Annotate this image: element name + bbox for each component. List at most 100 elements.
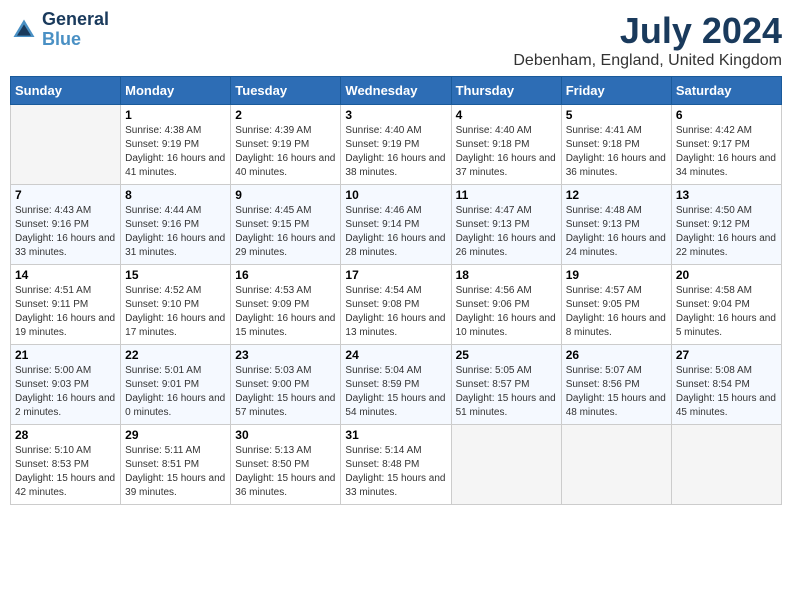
day-info: Sunrise: 4:52 AMSunset: 9:10 PMDaylight:… bbox=[125, 284, 226, 340]
day-number: 27 bbox=[676, 348, 777, 362]
header-tuesday: Tuesday bbox=[231, 77, 341, 105]
day-cell bbox=[561, 425, 671, 505]
day-info: Sunrise: 5:11 AMSunset: 8:51 PMDaylight:… bbox=[125, 444, 226, 500]
day-number: 5 bbox=[566, 108, 667, 122]
day-info: Sunrise: 4:39 AMSunset: 9:19 PMDaylight:… bbox=[235, 124, 336, 180]
day-number: 24 bbox=[345, 348, 446, 362]
day-cell: 16 Sunrise: 4:53 AMSunset: 9:09 PMDayligh… bbox=[231, 265, 341, 345]
day-cell: 29 Sunrise: 5:11 AMSunset: 8:51 PMDayligh… bbox=[121, 425, 231, 505]
title-area: July 2024 Debenham, England, United King… bbox=[513, 10, 782, 70]
day-number: 15 bbox=[125, 268, 226, 282]
day-number: 31 bbox=[345, 428, 446, 442]
day-cell: 1 Sunrise: 4:38 AMSunset: 9:19 PMDaylight… bbox=[121, 105, 231, 185]
day-cell: 13Sunrise: 4:50 AMSunset: 9:12 PMDayligh… bbox=[671, 185, 781, 265]
day-number: 30 bbox=[235, 428, 336, 442]
day-cell: 15 Sunrise: 4:52 AMSunset: 9:10 PMDayligh… bbox=[121, 265, 231, 345]
day-cell: 26 Sunrise: 5:07 AMSunset: 8:56 PMDayligh… bbox=[561, 345, 671, 425]
day-info: Sunrise: 4:51 AMSunset: 9:11 PMDaylight:… bbox=[15, 284, 116, 340]
day-info: Sunrise: 4:43 AMSunset: 9:16 PMDaylight:… bbox=[15, 204, 116, 260]
day-number: 28 bbox=[15, 428, 116, 442]
header-wednesday: Wednesday bbox=[341, 77, 451, 105]
day-cell: 8 Sunrise: 4:44 AMSunset: 9:16 PMDaylight… bbox=[121, 185, 231, 265]
day-cell: 10Sunrise: 4:46 AMSunset: 9:14 PMDayligh… bbox=[341, 185, 451, 265]
day-number: 18 bbox=[456, 268, 557, 282]
day-info: Sunrise: 5:03 AMSunset: 9:00 PMDaylight:… bbox=[235, 364, 336, 420]
header-saturday: Saturday bbox=[671, 77, 781, 105]
day-cell: 21Sunrise: 5:00 AMSunset: 9:03 PMDayligh… bbox=[11, 345, 121, 425]
day-number: 14 bbox=[15, 268, 116, 282]
day-cell bbox=[671, 425, 781, 505]
day-info: Sunrise: 5:10 AMSunset: 8:53 PMDaylight:… bbox=[15, 444, 116, 500]
day-info: Sunrise: 5:01 AMSunset: 9:01 PMDaylight:… bbox=[125, 364, 226, 420]
day-info: Sunrise: 5:14 AMSunset: 8:48 PMDaylight:… bbox=[345, 444, 446, 500]
day-cell: 4Sunrise: 4:40 AMSunset: 9:18 PMDaylight… bbox=[451, 105, 561, 185]
day-number: 16 bbox=[235, 268, 336, 282]
day-info: Sunrise: 4:46 AMSunset: 9:14 PMDaylight:… bbox=[345, 204, 446, 260]
day-number: 9 bbox=[235, 188, 336, 202]
day-info: Sunrise: 4:53 AMSunset: 9:09 PMDaylight:… bbox=[235, 284, 336, 340]
day-number: 21 bbox=[15, 348, 116, 362]
day-number: 29 bbox=[125, 428, 226, 442]
day-number: 2 bbox=[235, 108, 336, 122]
day-cell: 3Sunrise: 4:40 AMSunset: 9:19 PMDaylight… bbox=[341, 105, 451, 185]
day-cell: 12 Sunrise: 4:48 AMSunset: 9:13 PMDayligh… bbox=[561, 185, 671, 265]
day-cell: 9 Sunrise: 4:45 AMSunset: 9:15 PMDaylight… bbox=[231, 185, 341, 265]
day-cell bbox=[11, 105, 121, 185]
week-row-5: 28 Sunrise: 5:10 AMSunset: 8:53 PMDayligh… bbox=[11, 425, 782, 505]
day-number: 25 bbox=[456, 348, 557, 362]
day-info: Sunrise: 4:56 AMSunset: 9:06 PMDaylight:… bbox=[456, 284, 557, 340]
day-cell: 24 Sunrise: 5:04 AMSunset: 8:59 PMDayligh… bbox=[341, 345, 451, 425]
day-cell: 25Sunrise: 5:05 AMSunset: 8:57 PMDayligh… bbox=[451, 345, 561, 425]
day-number: 7 bbox=[15, 188, 116, 202]
day-info: Sunrise: 4:40 AMSunset: 9:18 PMDaylight:… bbox=[456, 124, 557, 180]
day-info: Sunrise: 4:57 AMSunset: 9:05 PMDaylight:… bbox=[566, 284, 667, 340]
day-info: Sunrise: 4:54 AMSunset: 9:08 PMDaylight:… bbox=[345, 284, 446, 340]
day-info: Sunrise: 5:13 AMSunset: 8:50 PMDaylight:… bbox=[235, 444, 336, 500]
day-number: 20 bbox=[676, 268, 777, 282]
day-cell: 27Sunrise: 5:08 AMSunset: 8:54 PMDayligh… bbox=[671, 345, 781, 425]
day-number: 8 bbox=[125, 188, 226, 202]
day-info: Sunrise: 4:40 AMSunset: 9:19 PMDaylight:… bbox=[345, 124, 446, 180]
day-number: 19 bbox=[566, 268, 667, 282]
day-info: Sunrise: 4:50 AMSunset: 9:12 PMDaylight:… bbox=[676, 204, 777, 260]
header-friday: Friday bbox=[561, 77, 671, 105]
day-number: 23 bbox=[235, 348, 336, 362]
day-number: 1 bbox=[125, 108, 226, 122]
day-cell: 5 Sunrise: 4:41 AMSunset: 9:18 PMDaylight… bbox=[561, 105, 671, 185]
week-row-2: 7 Sunrise: 4:43 AMSunset: 9:16 PMDaylight… bbox=[11, 185, 782, 265]
day-number: 12 bbox=[566, 188, 667, 202]
day-number: 17 bbox=[345, 268, 446, 282]
day-cell: 17 Sunrise: 4:54 AMSunset: 9:08 PMDayligh… bbox=[341, 265, 451, 345]
day-info: Sunrise: 4:48 AMSunset: 9:13 PMDaylight:… bbox=[566, 204, 667, 260]
day-cell: 20Sunrise: 4:58 AMSunset: 9:04 PMDayligh… bbox=[671, 265, 781, 345]
month-title: July 2024 bbox=[513, 10, 782, 52]
page-header: General Blue July 2024 Debenham, England… bbox=[10, 10, 782, 70]
day-info: Sunrise: 4:44 AMSunset: 9:16 PMDaylight:… bbox=[125, 204, 226, 260]
day-cell: 23 Sunrise: 5:03 AMSunset: 9:00 PMDayligh… bbox=[231, 345, 341, 425]
day-cell: 30 Sunrise: 5:13 AMSunset: 8:50 PMDayligh… bbox=[231, 425, 341, 505]
day-info: Sunrise: 5:07 AMSunset: 8:56 PMDaylight:… bbox=[566, 364, 667, 420]
logo-text: General Blue bbox=[42, 10, 109, 50]
header-monday: Monday bbox=[121, 77, 231, 105]
header-thursday: Thursday bbox=[451, 77, 561, 105]
day-number: 26 bbox=[566, 348, 667, 362]
day-info: Sunrise: 5:04 AMSunset: 8:59 PMDaylight:… bbox=[345, 364, 446, 420]
day-cell: 2 Sunrise: 4:39 AMSunset: 9:19 PMDaylight… bbox=[231, 105, 341, 185]
day-cell: 7 Sunrise: 4:43 AMSunset: 9:16 PMDaylight… bbox=[11, 185, 121, 265]
day-info: Sunrise: 4:45 AMSunset: 9:15 PMDaylight:… bbox=[235, 204, 336, 260]
day-number: 11 bbox=[456, 188, 557, 202]
day-info: Sunrise: 4:38 AMSunset: 9:19 PMDaylight:… bbox=[125, 124, 226, 180]
day-number: 22 bbox=[125, 348, 226, 362]
day-cell: 31 Sunrise: 5:14 AMSunset: 8:48 PMDayligh… bbox=[341, 425, 451, 505]
day-cell: 22 Sunrise: 5:01 AMSunset: 9:01 PMDayligh… bbox=[121, 345, 231, 425]
header-sunday: Sunday bbox=[11, 77, 121, 105]
day-info: Sunrise: 4:42 AMSunset: 9:17 PMDaylight:… bbox=[676, 124, 777, 180]
logo-icon bbox=[10, 16, 38, 44]
day-cell: 14 Sunrise: 4:51 AMSunset: 9:11 PMDayligh… bbox=[11, 265, 121, 345]
week-row-3: 14 Sunrise: 4:51 AMSunset: 9:11 PMDayligh… bbox=[11, 265, 782, 345]
day-number: 6 bbox=[676, 108, 777, 122]
day-cell: 18 Sunrise: 4:56 AMSunset: 9:06 PMDayligh… bbox=[451, 265, 561, 345]
location-title: Debenham, England, United Kingdom bbox=[513, 52, 782, 70]
calendar-header-row: SundayMondayTuesdayWednesdayThursdayFrid… bbox=[11, 77, 782, 105]
day-info: Sunrise: 4:41 AMSunset: 9:18 PMDaylight:… bbox=[566, 124, 667, 180]
